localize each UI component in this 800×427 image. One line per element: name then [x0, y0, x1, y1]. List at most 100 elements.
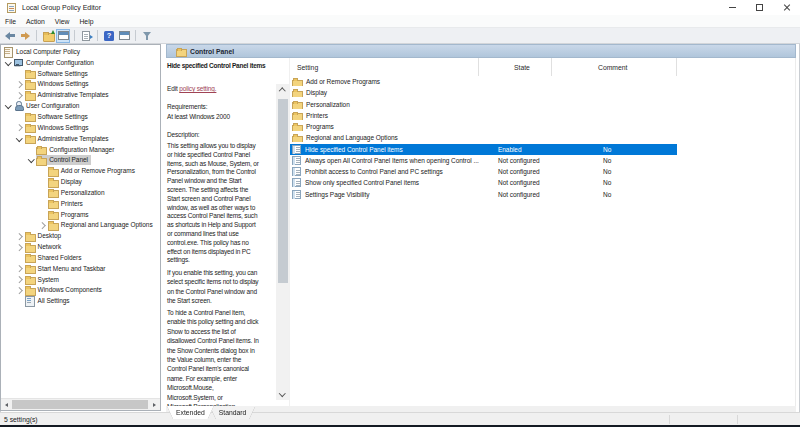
chevron-closed-icon[interactable]	[15, 274, 25, 284]
filter-icon	[142, 31, 153, 41]
folder-icon	[25, 123, 35, 132]
scroll-down-arrow[interactable]	[276, 388, 289, 400]
setting-state: Not configured	[479, 157, 552, 164]
tree-item-regional-and-language-options[interactable]: Regional and Language Options	[1, 220, 160, 231]
chevron-closed-icon[interactable]	[15, 285, 25, 295]
chevron-open-icon[interactable]	[3, 57, 13, 67]
close-button[interactable]	[773, 0, 800, 15]
back-button[interactable]	[3, 29, 17, 43]
user-icon	[13, 101, 23, 110]
tree-item-personalization[interactable]: Personalization	[1, 187, 160, 198]
forward-icon	[20, 32, 30, 40]
chevron-closed-icon[interactable]	[15, 231, 25, 241]
show-console-tree-button[interactable]	[56, 29, 70, 43]
gpedit-window: Local Group Policy Editor FileActionView…	[0, 0, 800, 427]
chevron-closed-icon[interactable]	[15, 79, 25, 89]
list-row-show-only-specified-control-panel-items[interactable]: Show only specified Control Panel itemsN…	[290, 177, 677, 188]
tree-item-software-settings[interactable]: Software Settings	[1, 111, 160, 122]
tree-item-programs[interactable]: Programs	[1, 209, 160, 220]
policy-icon	[292, 178, 301, 187]
tree-item-network[interactable]: Network	[1, 241, 160, 252]
scrollbar-thumb[interactable]	[278, 99, 288, 283]
folder-icon	[176, 47, 185, 55]
folder-icon	[25, 134, 35, 143]
policy-setting-link[interactable]: policy setting.	[179, 85, 216, 92]
setting-state: Not configured	[479, 191, 552, 198]
tree-item-system[interactable]: System	[1, 274, 160, 285]
tree-item-printers[interactable]: Printers	[1, 198, 160, 209]
tree-item-display[interactable]: Display	[1, 176, 160, 187]
folder-icon	[25, 275, 35, 284]
scroll-right-arrow[interactable]	[149, 399, 160, 410]
list-row-add-or-remove-programs[interactable]: Add or Remove Programs	[290, 76, 677, 87]
menu-file[interactable]: File	[0, 18, 21, 25]
restore-icon	[756, 4, 763, 11]
tree-item-shared-folders[interactable]: Shared Folders	[1, 252, 160, 263]
list-row-regional-and-language-options[interactable]: Regional and Language Options	[290, 132, 677, 143]
column-header-setting[interactable]: Setting	[290, 58, 479, 76]
column-header-state[interactable]: State	[479, 58, 552, 76]
scroll-left-arrow[interactable]	[1, 399, 12, 410]
tree-item-administrative-templates[interactable]: Administrative Templates	[1, 133, 160, 144]
export-list-button[interactable]	[79, 29, 93, 43]
tree-item-configuration-manager[interactable]: Configuration Manager	[1, 144, 160, 155]
close-icon	[783, 4, 791, 12]
folder-icon	[48, 188, 58, 197]
chevron-open-icon[interactable]	[26, 155, 36, 165]
tree-item-user-configuration[interactable]: User Configuration	[1, 100, 160, 111]
scrollbar-thumb[interactable]	[12, 400, 148, 409]
list-row-display[interactable]: Display	[290, 87, 677, 98]
menu-action[interactable]: Action	[21, 18, 50, 25]
list-row-printers[interactable]: Printers	[290, 110, 677, 121]
list-row-prohibit-access-to-control-panel-and-pc-[interactable]: Prohibit access to Control Panel and PC …	[290, 166, 677, 177]
tree-item-label: Shared Folders	[35, 254, 82, 261]
scroll-icon	[3, 47, 13, 56]
list-row-programs[interactable]: Programs	[290, 121, 677, 132]
forward-button[interactable]	[18, 29, 32, 43]
folder-icon	[48, 177, 58, 186]
list-row-personalization[interactable]: Personalization	[290, 99, 677, 110]
menu-help[interactable]: Help	[74, 18, 98, 25]
chevron-closed-icon[interactable]	[38, 220, 48, 230]
tree-item-control-panel[interactable]: Control Panel	[1, 154, 160, 165]
list-row-always-open-all-control-panel-items-when[interactable]: Always open All Control Panel Items when…	[290, 155, 677, 166]
tree-item-desktop[interactable]: Desktop	[1, 230, 160, 241]
tree-horizontal-scrollbar[interactable]	[1, 398, 160, 410]
tree-item-windows-components[interactable]: Windows Components	[1, 285, 160, 296]
description-paragraph: This setting allows you to displayor hid…	[167, 142, 275, 265]
minimize-button[interactable]	[719, 0, 746, 15]
help-button[interactable]: ?	[102, 29, 116, 43]
folder-icon	[292, 111, 302, 120]
scroll-up-arrow[interactable]	[276, 84, 289, 96]
window-title: Local Group Policy Editor	[22, 4, 101, 11]
list-row-settings-page-visibility[interactable]: Settings Page VisibilityNot configuredNo	[290, 189, 677, 200]
description-scrollbar[interactable]	[276, 84, 289, 400]
chevron-closed-icon[interactable]	[15, 242, 25, 252]
menu-view[interactable]: View	[50, 18, 75, 25]
setting-name: Settings Page Visibility	[305, 191, 369, 198]
chevron-open-icon[interactable]	[3, 101, 13, 111]
chevron-open-icon[interactable]	[15, 133, 25, 143]
tab-standard[interactable]: Standard	[210, 406, 256, 419]
column-header-comment[interactable]: Comment	[552, 58, 677, 76]
tab-extended[interactable]: Extended	[167, 406, 214, 419]
restore-button[interactable]	[746, 0, 773, 15]
tree-item-add-or-remove-programs[interactable]: Add or Remove Programs	[1, 165, 160, 176]
tree-item-windows-settings[interactable]: Windows Settings	[1, 79, 160, 90]
setting-name: Show only specified Control Panel items	[305, 179, 419, 186]
tree-item-start-menu-and-taskbar[interactable]: Start Menu and Taskbar	[1, 263, 160, 274]
filter-button[interactable]	[140, 29, 154, 43]
chevron-closed-icon[interactable]	[15, 122, 25, 132]
description-label: Description:	[167, 131, 200, 138]
up-one-level-button[interactable]	[41, 29, 55, 43]
tree-item-software-settings[interactable]: Software Settings	[1, 68, 160, 79]
list-row-hide-specified-control-panel-items[interactable]: Hide specified Control Panel itemsEnable…	[290, 144, 677, 155]
show-window-button[interactable]	[117, 29, 131, 43]
tree-item-local-computer-policy[interactable]: Local Computer Policy	[1, 46, 160, 57]
chevron-closed-icon[interactable]	[15, 90, 25, 100]
tree-item-administrative-templates[interactable]: Administrative Templates	[1, 89, 160, 100]
tree-item-all-settings[interactable]: All Settings	[1, 295, 160, 306]
tree-item-computer-configuration[interactable]: Computer Configuration	[1, 57, 160, 68]
tree-item-windows-settings[interactable]: Windows Settings	[1, 122, 160, 133]
chevron-closed-icon[interactable]	[15, 263, 25, 273]
